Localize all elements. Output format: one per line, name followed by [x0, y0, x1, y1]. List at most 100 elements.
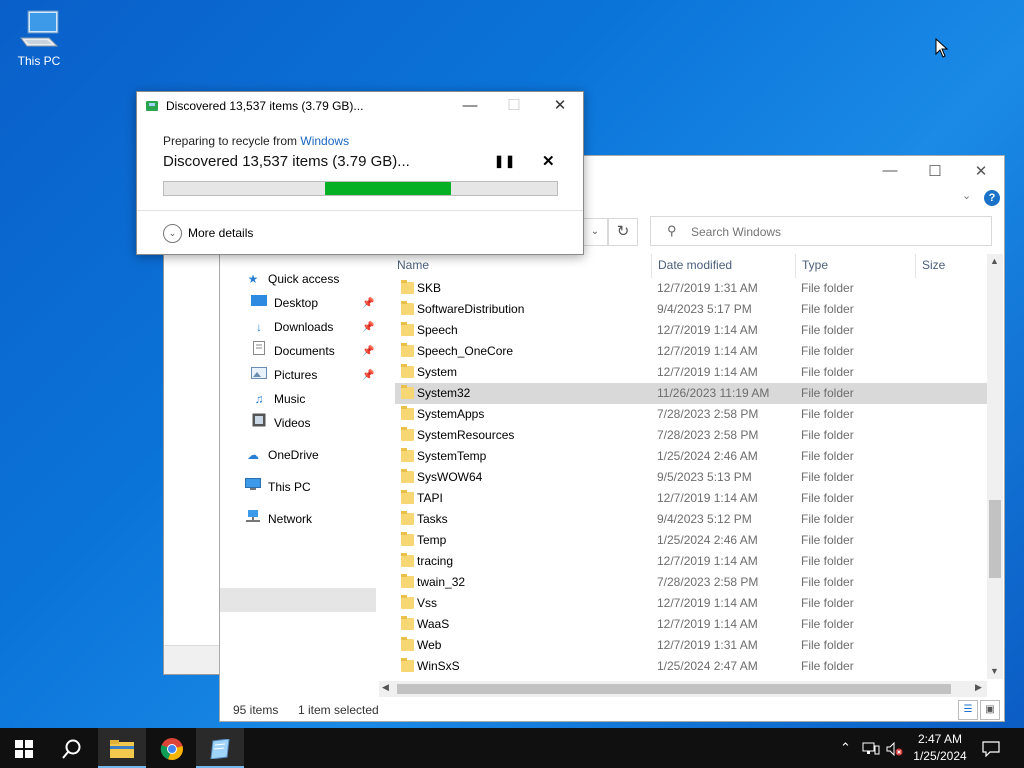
column-divider[interactable] [915, 254, 916, 278]
table-row[interactable]: Web 12/7/2019 1:31 AM File folder [395, 635, 987, 656]
table-row[interactable]: Speech 12/7/2019 1:14 AM File folder [395, 320, 987, 341]
nav-item-music[interactable]: ♫ Music [250, 388, 306, 410]
show-hidden-icons-button[interactable]: ⌃ [840, 728, 851, 768]
file-name: SoftwareDistribution [417, 302, 525, 316]
nav-item-videos[interactable]: Videos [250, 412, 310, 434]
more-details-button[interactable]: ⌄ More details [163, 223, 253, 244]
help-icon[interactable]: ? [984, 190, 1000, 206]
expand-ribbon-icon[interactable]: ⌄ [962, 189, 971, 202]
search-taskbar-button[interactable] [48, 728, 96, 768]
file-date: 12/7/2019 1:14 AM [657, 344, 758, 358]
refresh-button[interactable]: ↻ [608, 218, 638, 246]
scroll-down-icon[interactable]: ▼ [990, 666, 999, 676]
close-button[interactable]: ✕ [969, 162, 993, 180]
scrollbar-thumb[interactable] [397, 684, 951, 694]
search-input[interactable] [689, 221, 983, 243]
file-explorer-taskbar-button[interactable] [98, 728, 146, 768]
file-name: WinSxS [417, 659, 460, 673]
search-box[interactable]: ⚲ [650, 216, 992, 246]
chrome-taskbar-button[interactable] [148, 728, 196, 768]
table-row[interactable]: WaaS 12/7/2019 1:14 AM File folder [395, 614, 987, 635]
file-name: Speech [417, 323, 458, 337]
details-view-icon[interactable]: ☰ [958, 700, 978, 720]
file-name: Temp [417, 533, 447, 547]
scroll-right-icon[interactable]: ▶ [975, 682, 982, 693]
column-size[interactable]: Size [922, 258, 945, 272]
file-name: SystemResources [417, 428, 515, 442]
action-center-button[interactable] [982, 728, 1000, 768]
file-type: File folder [801, 596, 854, 610]
table-row[interactable]: SystemResources 7/28/2023 2:58 PM File fol… [395, 425, 987, 446]
file-date: 1/25/2024 2:46 AM [657, 449, 758, 463]
horizontal-scrollbar[interactable]: ◀ ▶ [379, 681, 987, 697]
progress-bar-fill [325, 182, 451, 195]
nav-item-quick-access[interactable]: ★ Quick access [244, 268, 340, 290]
table-row[interactable]: Vss 12/7/2019 1:14 AM File folder [395, 593, 987, 614]
dialog-minimize-button[interactable]: — [450, 92, 490, 120]
table-row[interactable]: WinSxS 1/25/2024 2:47 AM File folder [395, 656, 987, 677]
folder-icon [401, 595, 414, 609]
pause-button[interactable]: ❚❚ [494, 154, 516, 168]
nav-item-downloads[interactable]: ↓ Downloads [250, 316, 333, 338]
minimize-button[interactable]: — [878, 162, 902, 180]
progress-status-text: Discovered 13,537 items (3.79 GB)... [163, 153, 410, 170]
chrome-icon [160, 738, 183, 761]
column-type[interactable]: Type [802, 258, 828, 272]
table-row[interactable]: Speech_OneCore 12/7/2019 1:14 AM File fold… [395, 341, 987, 362]
table-row[interactable]: TAPI 12/7/2019 1:14 AM File folder [395, 488, 987, 509]
cancel-button[interactable]: ✕ [542, 152, 555, 170]
file-type: File folder [801, 512, 854, 526]
address-history-button[interactable]: ⌄ [582, 218, 608, 246]
folder-icon [110, 740, 134, 759]
taskbar-clock[interactable]: 2:47 AM 1/25/2024 [903, 731, 977, 765]
start-button[interactable] [0, 728, 48, 768]
file-name: Speech_OneCore [417, 344, 514, 358]
table-row[interactable]: twain_32 7/28/2023 2:58 PM File folder [395, 572, 987, 593]
scrollbar-thumb[interactable] [989, 500, 1001, 578]
nav-item-pictures[interactable]: Pictures [250, 364, 317, 386]
file-name: TAPI [417, 491, 443, 505]
table-row[interactable]: SystemTemp 1/25/2024 2:46 AM File folder [395, 446, 987, 467]
column-divider[interactable] [795, 254, 796, 278]
scroll-up-icon[interactable]: ▲ [990, 256, 999, 266]
table-row[interactable]: Temp 1/25/2024 2:46 AM File folder [395, 530, 987, 551]
app-taskbar-button[interactable] [196, 728, 244, 768]
file-date: 7/28/2023 2:58 PM [657, 407, 759, 421]
table-row[interactable]: SysWOW64 9/5/2023 5:13 PM File folder [395, 467, 987, 488]
navigation-pane: ★ Quick access Desktop 📌 ↓ Downloads 📌 Doc… [220, 268, 378, 688]
volume-muted-icon[interactable] [886, 728, 904, 768]
table-row[interactable]: SKB 12/7/2019 1:31 AM File folder [395, 278, 987, 299]
nav-item-onedrive[interactable]: ☁ OneDrive [244, 444, 319, 466]
column-divider[interactable] [651, 254, 652, 278]
nav-item-this-pc[interactable]: This PC [244, 476, 311, 498]
file-date: 11/26/2023 11:19 AM [657, 386, 770, 400]
table-row[interactable]: Tasks 9/4/2023 5:12 PM File folder [395, 509, 987, 530]
file-type: File folder [801, 407, 854, 421]
table-row[interactable]: SystemApps 7/28/2023 2:58 PM File folder [395, 404, 987, 425]
file-type: File folder [801, 638, 854, 652]
file-name: SKB [417, 281, 442, 295]
table-row[interactable]: SoftwareDistribution 9/4/2023 5:17 PM File… [395, 299, 987, 320]
file-name: tracing [417, 554, 454, 568]
vertical-scrollbar[interactable]: ▲ ▼ [987, 254, 1003, 679]
nav-item-network[interactable]: Network [244, 508, 312, 530]
folder-icon [401, 637, 414, 651]
table-row[interactable]: System 12/7/2019 1:14 AM File folder [395, 362, 987, 383]
nav-item-desktop[interactable]: Desktop [250, 292, 318, 314]
computer-icon [19, 8, 59, 50]
table-row[interactable]: System32 11/26/2023 11:19 AM File folder [395, 383, 987, 404]
scroll-left-icon[interactable]: ◀ [382, 682, 389, 693]
column-name[interactable]: Name [397, 258, 429, 272]
desktop-icon-this-pc[interactable]: This PC [14, 8, 64, 68]
large-icons-view-icon[interactable]: ▣ [980, 700, 1000, 720]
nav-item-documents[interactable]: Documents [250, 340, 335, 362]
column-date-modified[interactable]: Date modified [658, 258, 732, 272]
network-status-icon[interactable] [862, 728, 880, 768]
file-type: File folder [801, 491, 854, 505]
maximize-button[interactable]: ☐ [923, 162, 947, 180]
folder-icon [401, 490, 414, 504]
music-note-icon: ♫ [254, 392, 264, 406]
source-folder-link[interactable]: Windows [300, 134, 349, 148]
table-row[interactable]: tracing 12/7/2019 1:14 AM File folder [395, 551, 987, 572]
dialog-close-button[interactable]: ✕ [540, 92, 580, 120]
